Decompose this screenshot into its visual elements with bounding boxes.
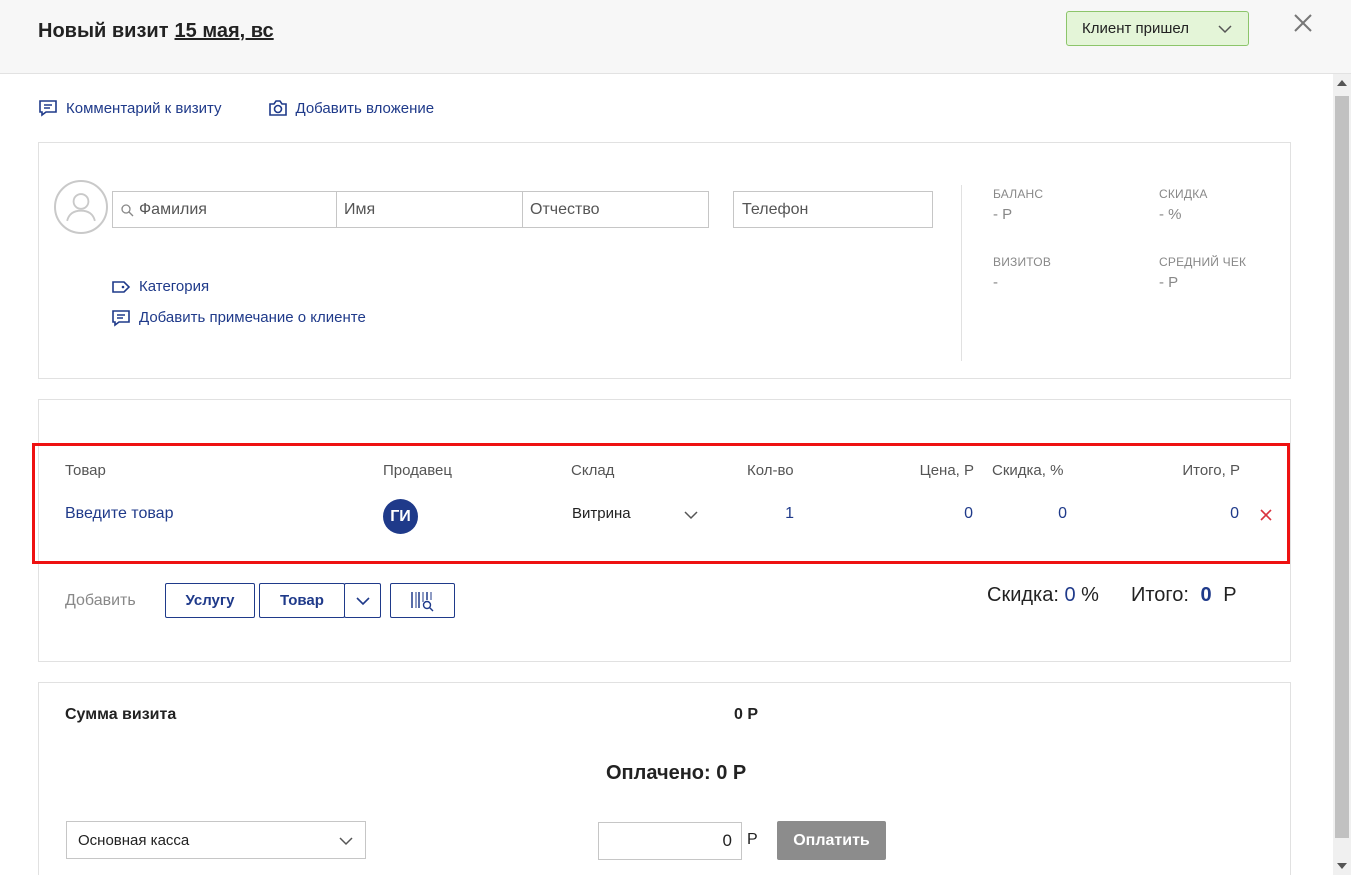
lastname-placeholder: Фамилия bbox=[139, 200, 207, 218]
total-summary-value: 0 bbox=[1200, 584, 1212, 606]
scrollbar[interactable] bbox=[1333, 74, 1351, 875]
visits-value: - bbox=[993, 274, 998, 291]
visit-status-select[interactable]: Клиент пришел bbox=[1066, 11, 1249, 46]
remove-row-icon[interactable] bbox=[1259, 508, 1273, 522]
comment-icon bbox=[112, 309, 130, 327]
avg-check-label: СРЕДНИЙ ЧЕК bbox=[1159, 255, 1247, 269]
chevron-down-icon bbox=[339, 837, 353, 846]
discount-label: СКИДКА bbox=[1159, 187, 1208, 201]
column-header-price: Цена, Р bbox=[919, 462, 974, 479]
discount-stat: СКИДКА - % bbox=[1159, 187, 1208, 223]
avg-check-stat: СРЕДНИЙ ЧЕК - Р bbox=[1159, 255, 1246, 291]
title-text: Новый визит bbox=[38, 20, 169, 42]
avg-check-value: - Р bbox=[1159, 274, 1179, 291]
firstname-placeholder: Имя bbox=[344, 200, 376, 218]
scroll-down-arrow[interactable] bbox=[1337, 863, 1347, 869]
tag-icon bbox=[112, 280, 131, 293]
visit-sum-label: Сумма визита bbox=[65, 706, 177, 723]
balance-value: - Р bbox=[993, 206, 1013, 223]
total-summary: Итого: 0 Р bbox=[1131, 584, 1237, 607]
discount-summary: Скидка: 0 % bbox=[987, 584, 1099, 607]
add-service-button[interactable]: Услугу bbox=[165, 583, 255, 618]
balance-label: БАЛАНС bbox=[993, 187, 1044, 201]
currency-label: Р bbox=[747, 831, 758, 848]
discount-summary-unit: % bbox=[1081, 584, 1099, 606]
column-header-seller: Продавец bbox=[383, 462, 452, 479]
product-input-link[interactable]: Введите товар bbox=[65, 505, 173, 523]
warehouse-value: Витрина bbox=[572, 505, 631, 522]
seller-avatar[interactable]: ГИ bbox=[383, 499, 418, 534]
firstname-field[interactable]: Имя bbox=[337, 192, 523, 227]
comment-link-label: Комментарий к визиту bbox=[66, 99, 222, 117]
paid-amount: Оплачено: 0 Р bbox=[606, 762, 747, 784]
lastname-field[interactable]: Фамилия bbox=[113, 192, 337, 227]
discount-value: - % bbox=[1159, 206, 1182, 223]
middlename-field[interactable]: Отчество bbox=[523, 192, 708, 227]
total-value: 0 bbox=[1230, 505, 1239, 522]
attachment-link-label: Добавить вложение bbox=[295, 99, 435, 117]
visit-status-value: Клиент пришел bbox=[1082, 20, 1190, 37]
visits-stat: ВИЗИТОВ - bbox=[993, 255, 1051, 291]
client-note-link[interactable]: Добавить примечание о клиенте bbox=[111, 302, 366, 333]
discount-summary-label: Скидка: bbox=[987, 584, 1059, 606]
phone-field[interactable]: Телефон bbox=[733, 191, 933, 228]
add-product-button[interactable]: Товар bbox=[259, 583, 345, 618]
comment-link[interactable]: Комментарий к визиту bbox=[38, 98, 222, 118]
visit-date-link[interactable]: 15 мая, вс bbox=[175, 20, 274, 42]
phone-placeholder: Телефон bbox=[742, 200, 809, 218]
total-summary-label: Итого: bbox=[1131, 584, 1189, 606]
total-summary-unit: Р bbox=[1223, 584, 1237, 606]
warehouse-select[interactable]: Витрина bbox=[572, 505, 700, 527]
cashbox-select[interactable]: Основная касса bbox=[66, 821, 366, 859]
column-header-qty: Кол-во bbox=[747, 462, 794, 479]
column-header-total: Итого, Р bbox=[1182, 462, 1240, 479]
column-header-discount: Скидка, % bbox=[992, 462, 1064, 479]
visit-sum-value: 0 Р bbox=[734, 706, 759, 723]
modal-header: Новый визит 15 мая, вс Клиент пришел bbox=[0, 0, 1351, 74]
cashbox-value: Основная касса bbox=[78, 831, 190, 849]
discount-percent-value[interactable]: 0 bbox=[1010, 505, 1067, 523]
attachment-link[interactable]: Добавить вложение bbox=[268, 98, 435, 118]
chevron-down-icon bbox=[684, 511, 698, 520]
add-product-dropdown[interactable] bbox=[344, 583, 381, 618]
chevron-down-icon bbox=[1218, 25, 1232, 34]
pay-button[interactable]: Оплатить bbox=[777, 821, 886, 860]
qty-value[interactable]: 1 bbox=[760, 505, 794, 523]
discount-summary-value: 0 bbox=[1064, 584, 1076, 606]
add-label: Добавить bbox=[65, 592, 136, 609]
price-value[interactable]: 0 bbox=[900, 505, 973, 523]
client-card: Фамилия Имя Отчество Телефон Категория Д… bbox=[38, 142, 1291, 379]
avatar bbox=[54, 180, 108, 234]
scroll-up-arrow[interactable] bbox=[1337, 80, 1347, 86]
visit-actions: Комментарий к визиту Добавить вложение bbox=[38, 98, 434, 118]
visits-label: ВИЗИТОВ bbox=[993, 255, 1052, 269]
middlename-placeholder: Отчество bbox=[530, 200, 600, 218]
search-icon bbox=[121, 203, 134, 216]
chevron-down-icon bbox=[355, 596, 370, 605]
column-header-product: Товар bbox=[65, 462, 106, 479]
page-title: Новый визит 15 мая, вс bbox=[38, 20, 274, 43]
client-links: Категория Добавить примечание о клиенте bbox=[111, 271, 366, 333]
close-icon[interactable] bbox=[1290, 10, 1316, 36]
comment-icon bbox=[39, 100, 57, 117]
client-name-fields: Фамилия Имя Отчество bbox=[112, 191, 709, 228]
barcode-scan-button[interactable] bbox=[390, 583, 455, 618]
camera-icon bbox=[268, 100, 287, 116]
highlight-box bbox=[32, 443, 1290, 564]
payment-amount-input[interactable]: 0 bbox=[598, 822, 742, 860]
category-link-label: Категория bbox=[139, 278, 210, 295]
balance-stat: БАЛАНС - Р bbox=[993, 187, 1043, 223]
client-note-label: Добавить примечание о клиенте bbox=[139, 309, 366, 326]
barcode-icon bbox=[410, 591, 433, 611]
column-header-warehouse: Склад bbox=[571, 462, 615, 479]
divider bbox=[961, 185, 962, 361]
scroll-thumb[interactable] bbox=[1335, 96, 1349, 838]
category-link[interactable]: Категория bbox=[111, 271, 366, 302]
